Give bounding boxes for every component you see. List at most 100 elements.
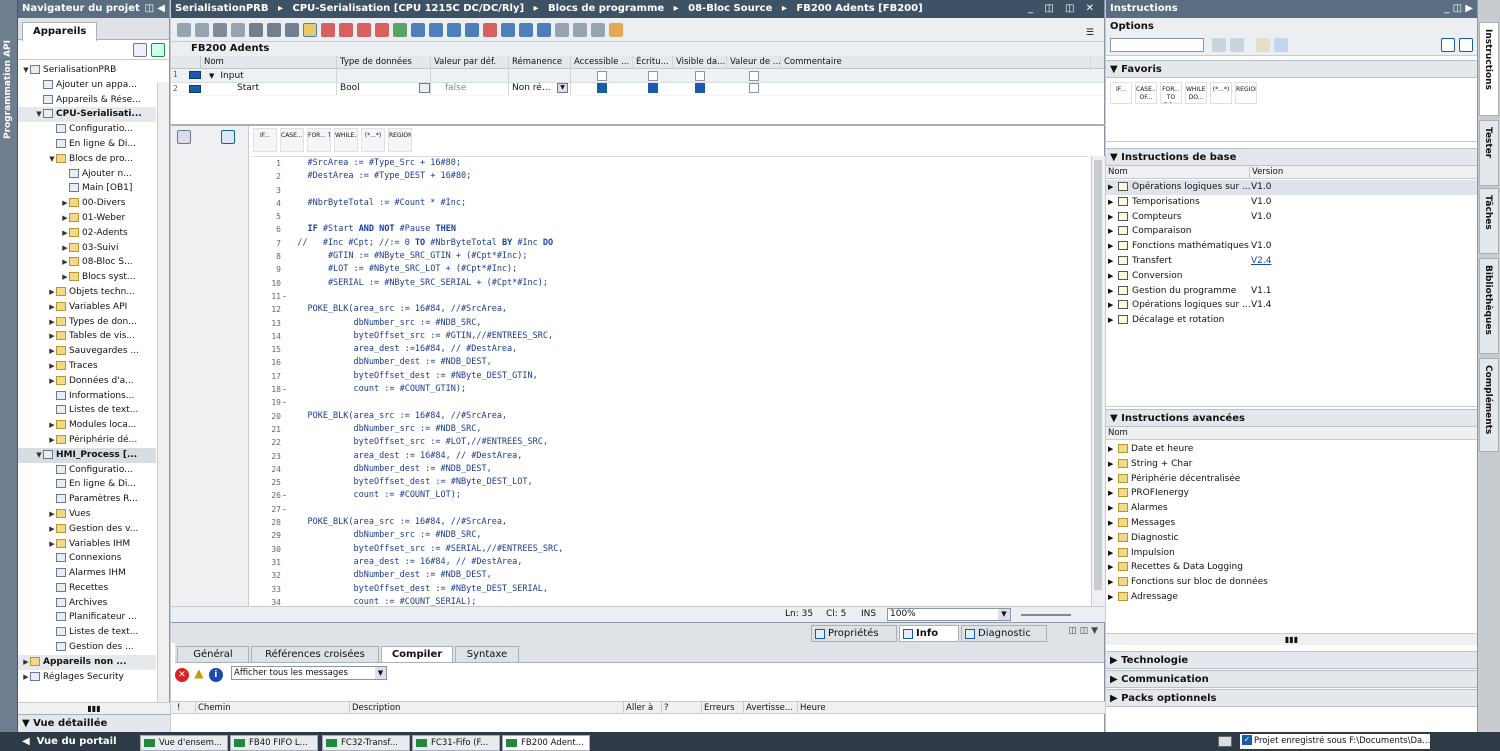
open-view-icon[interactable] <box>151 43 165 57</box>
tree-item[interactable]: ▼ Blocs de pro... <box>18 152 156 167</box>
advanced-item[interactable]: ▶ Impulsion <box>1106 546 1477 561</box>
column-header[interactable]: Valeur par déf. <box>431 56 509 68</box>
zoom-slider[interactable] <box>1021 614 1071 616</box>
collapsed-arrow-icon[interactable]: ▶ <box>61 211 69 226</box>
tree-item[interactable]: Main [OB1] <box>18 181 156 196</box>
toolbar-button-icon[interactable] <box>303 23 317 37</box>
panel-controls-icon[interactable]: _ ◫ ▶ <box>1445 0 1474 18</box>
collapsed-arrow-icon[interactable]: ▶ <box>48 537 56 552</box>
toolbar-button-icon[interactable] <box>429 23 443 37</box>
tree-item[interactable]: ▶ 08-Bloc S... <box>18 255 156 270</box>
code-line[interactable]: 8 #GTIN := #NByte_SRC_GTIN + (#Cpt*#Inc)… <box>253 250 1089 263</box>
message-filter-select[interactable]: Afficher tous les messages ▼ <box>231 666 387 680</box>
collapsed-arrow-icon[interactable]: ▶ <box>1108 269 1118 284</box>
right-tab[interactable]: Tâches <box>1479 188 1499 254</box>
var-def[interactable] <box>431 69 509 82</box>
tree-item[interactable]: ▶ Périphérie dé... <box>18 433 156 448</box>
flag-checkbox[interactable] <box>695 83 705 93</box>
network-icon[interactable] <box>177 130 191 144</box>
inspector-subtab[interactable]: Général <box>177 646 249 663</box>
flag-checkbox[interactable] <box>695 71 705 81</box>
code-line[interactable]: 28 POKE_BLK(area_src := 16#84, //#SrcAre… <box>253 516 1089 529</box>
message-column[interactable]: ? <box>661 702 669 714</box>
code-line[interactable]: 29 dbNumber_src := #NDB_SRC, <box>253 529 1089 542</box>
flag-checkbox[interactable] <box>648 83 658 93</box>
breadcrumb-item[interactable]: 08-Bloc Source <box>688 3 772 14</box>
tree-item[interactable]: Informations... <box>18 389 156 404</box>
code-line[interactable]: 31 area_dest := 16#84, // #DestArea, <box>253 556 1089 569</box>
tree-hscrollbar[interactable]: ▮▮▮ <box>18 702 170 714</box>
table-row[interactable]: 2 Start Bool false Non ré... ▼ <box>171 83 1104 95</box>
instruction-version[interactable]: V2.4 <box>1251 254 1271 269</box>
collapsed-arrow-icon[interactable]: ▶ <box>1108 224 1118 239</box>
var-def[interactable]: false <box>431 83 509 95</box>
taskbar-window-button[interactable]: FC31-Fifo (F... <box>412 735 500 751</box>
detail-view-header[interactable]: ▼ Vue détaillée <box>18 714 170 732</box>
instruction-item[interactable]: ▶ Gestion du programme V1.1 <box>1106 284 1477 299</box>
collapsed-arrow-icon[interactable]: ▶ <box>61 196 69 211</box>
collapsed-arrow-icon[interactable]: ▶ <box>1108 239 1118 254</box>
code-line[interactable]: 6 IF #Start AND NOT #Pause THEN <box>253 223 1089 236</box>
collapsed-arrow-icon[interactable]: ▶ <box>1108 531 1118 546</box>
advanced-item[interactable]: ▶ String + Char <box>1106 457 1477 472</box>
collapsed-section[interactable]: ▶ Technologie <box>1106 651 1477 669</box>
collapsed-arrow-icon[interactable]: ▶ <box>1108 284 1118 299</box>
tab-appareils[interactable]: Appareils <box>22 22 98 41</box>
tree-item[interactable]: ▶ Traces <box>18 359 156 374</box>
var-type[interactable] <box>337 69 431 82</box>
tree-item[interactable]: Paramètres R... <box>18 492 156 507</box>
dropdown-icon[interactable]: ▼ <box>557 83 568 93</box>
collapsed-arrow-icon[interactable]: ▶ <box>48 359 56 374</box>
toolbar-button-icon[interactable] <box>321 23 335 37</box>
column-header[interactable]: Valeur de ... <box>727 56 781 68</box>
basic-instructions-header[interactable]: ▼ Instructions de base <box>1106 148 1477 166</box>
taskbar-window-button[interactable]: FC32-Transf... <box>322 735 410 751</box>
instruction-item[interactable]: ▶ Transfert V2.4 <box>1106 254 1477 269</box>
toolbar-button-icon[interactable] <box>591 23 605 37</box>
breadcrumb-item[interactable]: Blocs de programme <box>548 3 664 14</box>
advanced-item[interactable]: ▶ Diagnostic <box>1106 531 1477 546</box>
tree-item[interactable]: ▶ Objets techn... <box>18 285 156 300</box>
taskbar-window-button[interactable]: Vue d'ensem... <box>140 735 228 751</box>
code-line[interactable]: 16 dbNumber_dest := #NDB_DEST, <box>253 356 1089 369</box>
code-scrollbar[interactable] <box>1091 156 1105 608</box>
advanced-item[interactable]: ▶ Date et heure <box>1106 442 1477 457</box>
breadcrumb-item[interactable]: SerialisationPRB <box>175 3 269 14</box>
tree-item[interactable]: Configuratio... <box>18 463 156 478</box>
instruction-item[interactable]: ▶ Fonctions mathématiques V1.0 <box>1106 239 1477 254</box>
inspector-tab[interactable]: Diagnostic <box>961 625 1047 642</box>
advanced-item[interactable]: ▶ Périphérie décentralisée <box>1106 472 1477 487</box>
tree-item[interactable]: ▶ 01-Weber <box>18 211 156 226</box>
tree-item[interactable]: Ajouter n... <box>18 167 156 182</box>
collapsed-arrow-icon[interactable]: ▶ <box>48 433 56 448</box>
inspector-tab[interactable]: Info <box>899 625 959 642</box>
collapsed-arrow-icon[interactable]: ▶ <box>1108 195 1118 210</box>
code-line[interactable]: 21 dbNumber_src := #NDB_SRC, <box>253 423 1089 436</box>
tree-item[interactable]: Planificateur ... <box>18 610 156 625</box>
expanded-arrow-icon[interactable]: ▼ <box>22 63 30 78</box>
error-filter-icon[interactable]: ✕ <box>175 668 189 682</box>
taskbar-window-button[interactable]: FB200 Adent... <box>502 735 590 751</box>
code-line[interactable]: 34 count := #COUNT_SERIAL); <box>253 596 1089 606</box>
toolbar-button-icon[interactable] <box>339 23 353 37</box>
sort-icon[interactable] <box>1212 38 1226 52</box>
column-header[interactable]: Rémanence <box>509 56 571 68</box>
collapsed-arrow-icon[interactable]: ▶ <box>61 226 69 241</box>
toolbar-overflow-icon[interactable]: ☰ <box>1086 28 1094 38</box>
toolbar-button-icon[interactable] <box>519 23 533 37</box>
code-line[interactable]: 1 #SrcArea := #Type_Src + 16#80; <box>253 157 1089 170</box>
collapsed-arrow-icon[interactable]: ▶ <box>1108 298 1118 313</box>
collapsed-arrow-icon[interactable]: ▶ <box>1108 575 1118 590</box>
table-row[interactable]: 1 ▼ Input <box>171 69 1104 83</box>
tree-item[interactable]: ▶ 02-Adents <box>18 226 156 241</box>
inspector-controls-icon[interactable]: ◫ ◫ ▼ <box>1068 626 1098 636</box>
collapsed-arrow-icon[interactable]: ▶ <box>22 670 30 685</box>
var-name[interactable]: ▼ Input <box>201 69 337 82</box>
collapsed-arrow-icon[interactable]: ▶ <box>22 655 30 670</box>
instruction-item[interactable]: ▶ Décalage et rotation <box>1106 313 1477 328</box>
tree-item[interactable]: Alarmes IHM <box>18 566 156 581</box>
code-line[interactable]: 26 count := #COUNT_LOT); <box>253 489 1089 502</box>
advanced-item[interactable]: ▶ Alarmes <box>1106 501 1477 516</box>
code-line[interactable]: 17 byteOffset_dest := #NByte_DEST_GTIN, <box>253 370 1089 383</box>
code-line[interactable]: 22 byteOffset_src := #LOT,//#ENTREES_SRC… <box>253 436 1089 449</box>
